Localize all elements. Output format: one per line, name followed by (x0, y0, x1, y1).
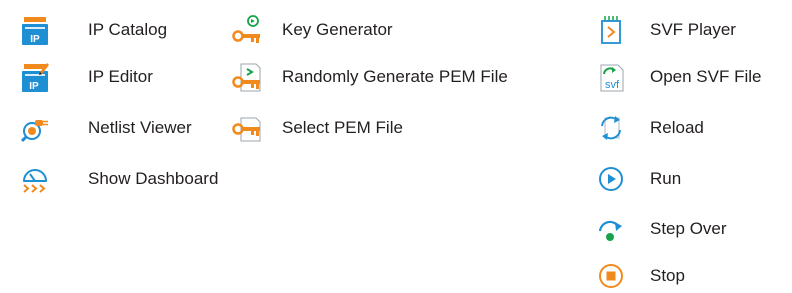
step-over-label: Step Over (650, 219, 727, 238)
run-icon (596, 162, 626, 196)
key-generator-icon (232, 13, 262, 47)
stop-label: Stop (650, 266, 685, 285)
netlist-viewer-label: Netlist Viewer (88, 118, 192, 137)
netlist-viewer-button[interactable]: Netlist Viewer (20, 111, 192, 145)
open-svf-button[interactable]: svf Open SVF File (596, 60, 762, 94)
open-svf-label: Open SVF File (650, 67, 762, 86)
reload-icon (596, 111, 626, 145)
svf-player-label: SVF Player (650, 20, 736, 39)
svf-badge-text: svf (605, 79, 620, 91)
reload-label: Reload (650, 118, 704, 137)
show-dashboard-label: Show Dashboard (88, 169, 219, 188)
svg-text:IP: IP (29, 81, 39, 92)
open-svf-icon: svf (596, 60, 626, 94)
ip-catalog-label: IP Catalog (88, 20, 168, 39)
run-button[interactable]: Run (596, 162, 681, 196)
show-dashboard-button[interactable]: Show Dashboard (20, 162, 218, 196)
dashboard-icon (20, 162, 50, 196)
svf-player-icon (596, 13, 626, 47)
run-label: Run (650, 169, 682, 188)
step-over-button[interactable]: Step Over (596, 212, 727, 246)
svg-text:IP: IP (30, 34, 40, 45)
select-pem-label: Select PEM File (282, 118, 403, 137)
select-pem-button[interactable]: Select PEM File (232, 111, 403, 145)
ip-editor-icon: IP (20, 60, 50, 94)
svf-player-button[interactable]: SVF Player (596, 13, 736, 47)
key-generator-button[interactable]: Key Generator (232, 13, 393, 47)
random-pem-button[interactable]: Randomly Generate PEM File (232, 60, 508, 94)
ip-editor-label: IP Editor (88, 67, 153, 86)
random-pem-label: Randomly Generate PEM File (282, 67, 508, 86)
ip-catalog-icon: IP (20, 13, 50, 47)
random-pem-icon (232, 60, 262, 94)
reload-button[interactable]: Reload (596, 111, 704, 145)
netlist-viewer-icon (20, 111, 50, 145)
stop-button[interactable]: Stop (596, 259, 685, 293)
ip-editor-button[interactable]: IP IP Editor (20, 60, 153, 94)
step-over-icon (596, 212, 626, 246)
ip-catalog-button[interactable]: IP IP Catalog (20, 13, 167, 47)
stop-icon (596, 259, 626, 293)
key-generator-label: Key Generator (282, 20, 393, 39)
select-pem-icon (232, 111, 262, 145)
